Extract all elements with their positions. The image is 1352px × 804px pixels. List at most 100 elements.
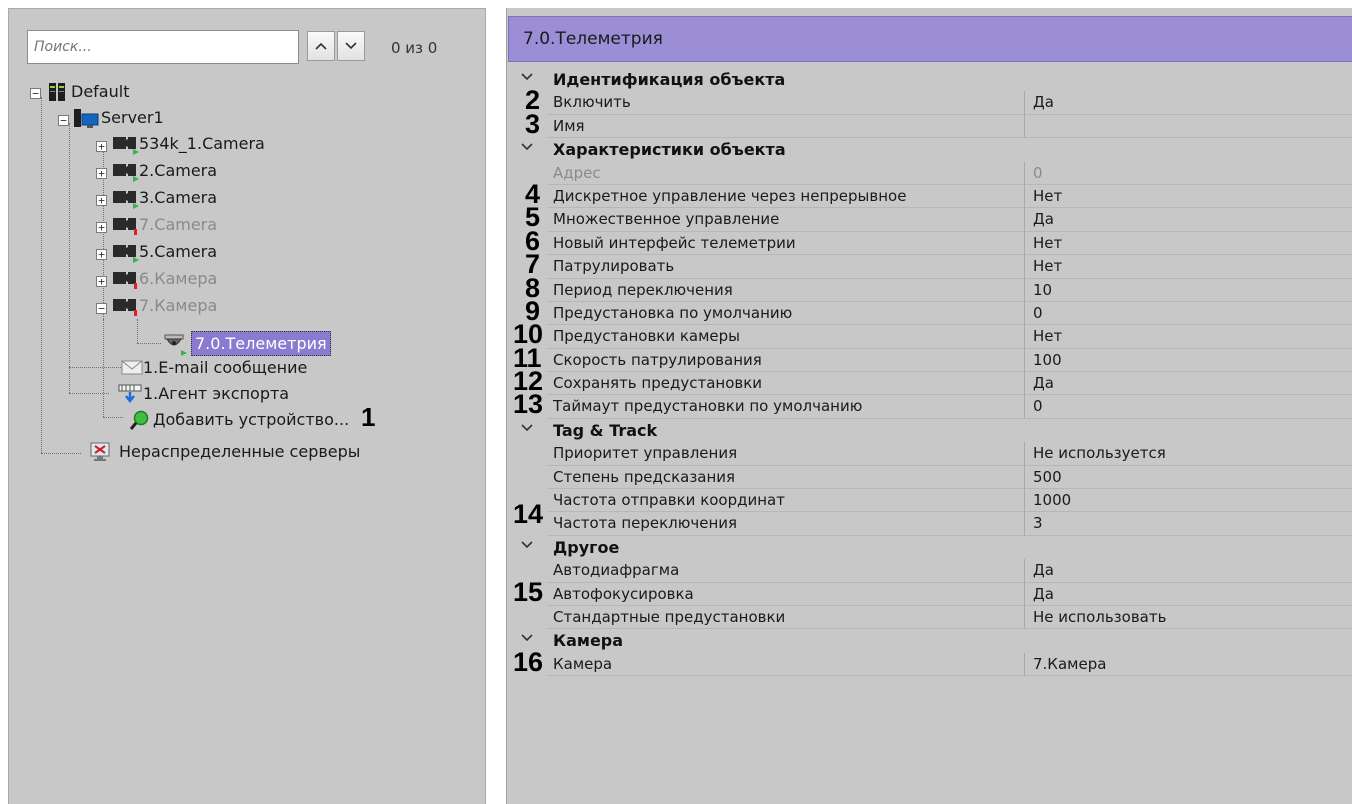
property-value-cell[interactable]: 3 <box>1025 512 1352 536</box>
expand-icon[interactable]: + <box>96 249 107 260</box>
chevron-down-icon[interactable] <box>521 632 533 646</box>
property-row[interactable]: 6 Новый интерфейс телеметрии Нет <box>513 226 1352 256</box>
tree-node-camera[interactable]: + 2.Camera <box>9 158 329 184</box>
property-name-cell: Дискретное управление через непрерывное <box>547 184 1025 209</box>
property-row[interactable]: 16 Камера 7.Камера <box>513 647 1352 677</box>
property-value-cell[interactable]: 100 <box>1025 349 1352 373</box>
property-value-cell[interactable]: Да <box>1025 372 1352 396</box>
property-name: Автодиафрагма <box>553 561 680 580</box>
collapse-icon[interactable]: − <box>58 115 69 126</box>
property-value-cell[interactable]: Нет <box>1025 325 1352 349</box>
tree-node-camera[interactable]: + 6.Камера <box>9 266 329 292</box>
property-row[interactable]: 10 Предустановки камеры Нет <box>513 319 1352 349</box>
property-name-cell: Адрес <box>547 161 1025 185</box>
property-name: Включить <box>553 93 631 112</box>
property-row[interactable]: Приоритет управления Не используется <box>513 442 1352 466</box>
tree-node-default[interactable]: − Default <box>9 79 309 105</box>
property-value: Не используется <box>1033 444 1166 463</box>
property-row[interactable]: Автодиафрагма Да <box>513 559 1352 583</box>
property-value-cell[interactable]: Не используется <box>1025 442 1352 466</box>
tree-node-email[interactable]: 1.E-mail сообщение <box>9 355 369 381</box>
property-value-cell[interactable]: Нет <box>1025 185 1352 209</box>
property-row[interactable]: 5 Множественное управление Да <box>513 202 1352 232</box>
property-row[interactable]: 13 Таймаут предустановки по умолчанию 0 <box>513 389 1352 419</box>
chevron-down-icon[interactable] <box>521 539 533 553</box>
property-name-cell: Новый интерфейс телеметрии <box>547 231 1025 256</box>
property-category[interactable]: Другое <box>513 536 1352 559</box>
property-row[interactable]: 11 Скорость патрулирования 100 <box>513 343 1352 373</box>
collapse-icon[interactable]: − <box>30 88 41 99</box>
tree-node-export-agent[interactable]: 1.Агент экспорта <box>9 381 369 407</box>
property-row[interactable]: 12 Сохранять предустановки Да <box>513 366 1352 396</box>
chevron-down-icon[interactable] <box>521 71 533 85</box>
tree-node-unassigned-servers[interactable]: Нераспределенные серверы <box>9 439 429 465</box>
expand-icon[interactable]: + <box>96 222 107 233</box>
property-value-cell[interactable]: 0 <box>1025 302 1352 326</box>
property-value-cell[interactable]: 10 <box>1025 279 1352 302</box>
property-name: Приоритет управления <box>553 444 738 463</box>
tree-export-label: 1.Агент экспорта <box>143 384 290 403</box>
property-value-cell[interactable]: 0 <box>1025 395 1352 419</box>
tree-add-device-label: Добавить устройство... <box>153 410 350 429</box>
property-row[interactable]: 9 Предустановка по умолчанию 0 <box>513 296 1352 326</box>
property-value-cell[interactable]: 500 <box>1025 466 1352 490</box>
tree-node-add-device[interactable]: Добавить устройство... <box>9 407 369 433</box>
property-row[interactable]: Адрес 0 <box>513 161 1352 185</box>
property-name-cell: Сохранять предустановки <box>547 372 1025 396</box>
page-title: 7.0.Телеметрия <box>523 29 663 49</box>
property-value: Да <box>1033 210 1054 229</box>
property-name-cell: Степень предсказания <box>547 465 1025 490</box>
property-row[interactable]: 15 Автофокусировка Да <box>513 577 1352 607</box>
chevron-down-icon[interactable] <box>521 422 533 436</box>
category-title: Идентификация объекта <box>553 70 786 89</box>
property-value-cell[interactable]: Да <box>1025 583 1352 606</box>
property-category[interactable]: Характеристики объекта <box>513 138 1352 161</box>
property-value-cell[interactable]: Нет <box>1025 232 1352 256</box>
tree-node-camera[interactable]: + 5.Camera <box>9 239 329 265</box>
property-name: Автофокусировка <box>553 584 694 603</box>
property-value-cell[interactable]: Нет <box>1025 255 1352 279</box>
property-category[interactable]: Камера <box>513 629 1352 652</box>
property-value-cell[interactable]: 1000 <box>1025 489 1352 513</box>
tree-node-telemetry[interactable]: 7.0.Телеметрия <box>9 331 369 357</box>
tree-node-camera[interactable]: + 534k_1.Camera <box>9 131 329 157</box>
collapse-icon[interactable]: − <box>96 303 107 314</box>
tree-node-camera[interactable]: − 7.Камера <box>9 293 329 319</box>
property-category[interactable]: Tag & Track <box>513 419 1352 442</box>
property-value: Не использовать <box>1033 607 1167 626</box>
property-value-cell[interactable] <box>1025 115 1352 139</box>
property-value-cell[interactable]: Да <box>1025 559 1352 583</box>
property-value-cell[interactable]: 7.Камера <box>1025 653 1352 677</box>
property-value-cell[interactable]: Не использовать <box>1025 606 1352 630</box>
property-value-cell[interactable]: Да <box>1025 208 1352 232</box>
property-value-cell[interactable]: Да <box>1025 91 1352 115</box>
property-row[interactable]: 8 Период переключения 10 <box>513 273 1352 303</box>
property-value: 7.Камера <box>1033 654 1107 673</box>
property-row[interactable]: 7 Патрулировать Нет <box>513 249 1352 279</box>
expand-icon[interactable]: + <box>96 168 107 179</box>
camera-icon <box>111 268 141 294</box>
property-category[interactable]: Идентификация объекта <box>513 68 1352 91</box>
tree-node-camera[interactable]: + 3.Camera <box>9 185 329 211</box>
property-row[interactable]: 4 Дискретное управление через непрерывное… <box>513 179 1352 209</box>
tree-node-server1[interactable]: − Server1 <box>9 105 309 131</box>
search-prev-button[interactable] <box>307 31 335 61</box>
expand-icon[interactable]: + <box>96 195 107 206</box>
property-name: Скорость патрулирования <box>553 350 762 369</box>
search-input[interactable] <box>27 30 299 64</box>
property-row[interactable]: 2 Включить Да <box>513 85 1352 115</box>
callout-number: 15 <box>513 576 544 607</box>
tree-node-camera[interactable]: + 7.Camera <box>9 212 329 238</box>
property-name-cell: Автофокусировка <box>547 582 1025 606</box>
property-row[interactable]: Степень предсказания 500 <box>513 465 1352 490</box>
expand-icon[interactable]: + <box>96 141 107 152</box>
expand-icon[interactable]: + <box>96 276 107 287</box>
property-row[interactable]: Частота переключения 3 <box>513 512 1352 536</box>
property-row[interactable]: 3 Имя <box>513 109 1352 139</box>
chevron-down-icon[interactable] <box>521 141 533 155</box>
envelope-icon <box>121 357 143 381</box>
property-row[interactable]: Стандартные предустановки Не использовать <box>513 605 1352 630</box>
property-row[interactable]: 14 Частота отправки координат 1000 <box>513 489 1352 529</box>
search-next-button[interactable] <box>337 31 365 61</box>
property-value-cell[interactable]: 0 <box>1025 162 1352 185</box>
